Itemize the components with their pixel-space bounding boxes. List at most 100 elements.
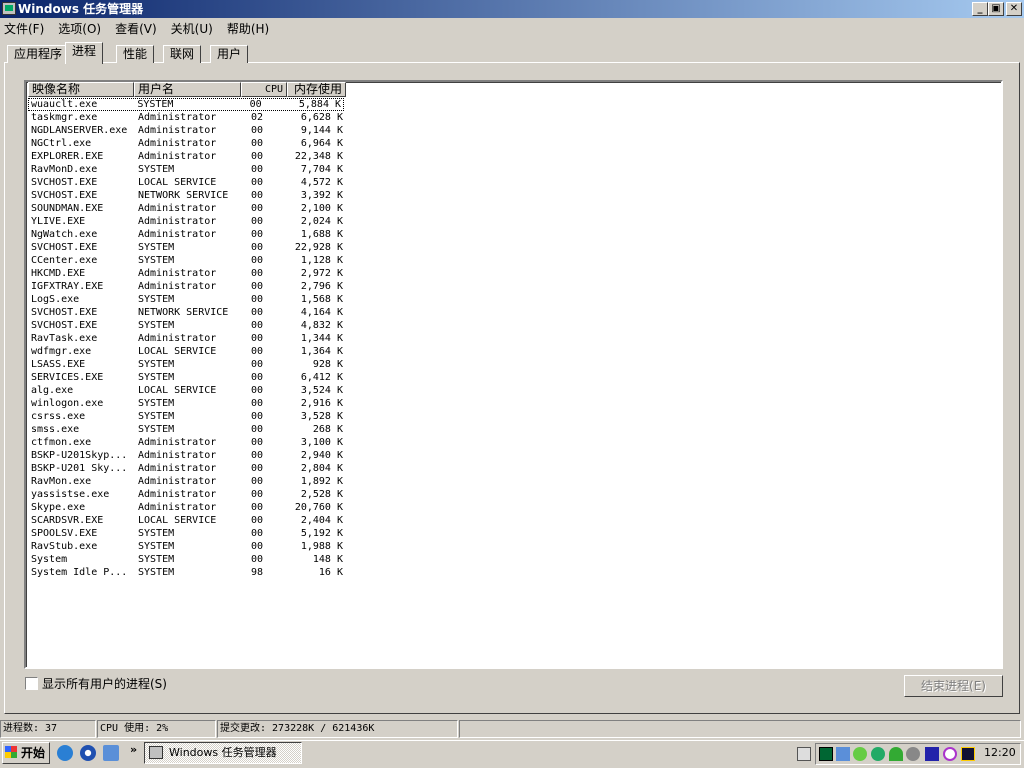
process-row[interactable]: RavStub.exe SYSTEM 00 1,988 K [28, 540, 346, 553]
process-row[interactable]: IGFXTRAY.EXE Administrator 00 2,796 K [28, 280, 346, 293]
tab-performance[interactable]: 性能 [116, 45, 155, 63]
process-name: RavMonD.exe [31, 164, 98, 175]
process-user: SYSTEM [138, 541, 175, 552]
menu-file[interactable]: 文件(F) [0, 20, 48, 37]
title-bar[interactable]: Windows 任务管理器 [0, 0, 1024, 18]
process-row[interactable]: SVCHOST.EXE NETWORK SERVICE 00 4,164 K [28, 306, 346, 319]
process-memory: 2,940 K [300, 450, 343, 461]
tab-applications[interactable]: 应用程序 [7, 45, 70, 63]
process-user: Administrator [138, 489, 217, 500]
process-user: Administrator [138, 138, 217, 149]
process-row[interactable]: SCARDSVR.EXE LOCAL SERVICE 00 2,404 K [28, 514, 346, 527]
menu-help[interactable]: 帮助(H) [223, 20, 273, 37]
column-user-name[interactable]: 用户名 [134, 82, 241, 97]
process-row[interactable]: LogS.exe SYSTEM 00 1,568 K [28, 293, 346, 306]
umbrella-icon[interactable] [889, 747, 903, 761]
show-all-users-checkbox[interactable] [25, 677, 38, 690]
keyboard-icon[interactable] [797, 747, 811, 761]
security-icon[interactable] [853, 747, 867, 761]
process-row[interactable]: SVCHOST.EXE SYSTEM 00 22,928 K [28, 241, 346, 254]
process-row[interactable]: wuauclt.exe SYSTEM 00 5,884 K [28, 98, 344, 111]
taskbar-task-manager[interactable]: Windows 任务管理器 [144, 742, 302, 764]
end-process-button[interactable]: 结束进程(E) [904, 675, 1003, 697]
media-player-icon[interactable] [80, 745, 96, 761]
tab-processes[interactable]: 进程 [65, 42, 104, 64]
process-cpu: 00 [251, 216, 264, 227]
cpu-meter-icon[interactable] [819, 747, 833, 761]
process-list[interactable]: 映像名称 用户名 CPU 内存使用 wuauclt.exe SYSTEM 00 5,8… [24, 80, 1003, 669]
process-row[interactable]: winlogon.exe SYSTEM 00 2,916 K [28, 397, 346, 410]
process-name: IGFXTRAY.EXE [31, 281, 104, 292]
process-user: Administrator [138, 151, 217, 162]
volume-icon[interactable] [906, 747, 920, 761]
process-row[interactable]: smss.exe SYSTEM 00 268 K [28, 423, 346, 436]
process-row[interactable]: RavTask.exe Administrator 00 1,344 K [28, 332, 346, 345]
ie-icon[interactable] [57, 745, 73, 761]
book-icon[interactable] [925, 747, 939, 761]
process-name: EXPLORER.EXE [31, 151, 104, 162]
compass-icon[interactable] [943, 747, 957, 761]
tab-networking[interactable]: 联网 [163, 45, 202, 63]
clock[interactable]: 12:20 [984, 746, 1016, 759]
process-name: System Idle P... [31, 567, 128, 578]
show-all-users-label[interactable]: 显示所有用户的进程(S) [42, 675, 167, 692]
column-cpu[interactable]: CPU [241, 82, 287, 97]
process-row[interactable]: SPOOLSV.EXE SYSTEM 00 5,192 K [28, 527, 346, 540]
process-row[interactable]: taskmgr.exe Administrator 02 6,628 K [28, 111, 346, 124]
process-row[interactable]: yassistse.exe Administrator 00 2,528 K [28, 488, 346, 501]
process-user: SYSTEM [137, 99, 174, 110]
process-user: Administrator [138, 112, 217, 123]
globe-icon[interactable] [871, 747, 885, 761]
process-cpu: 00 [251, 372, 264, 383]
process-row[interactable]: Skype.exe Administrator 00 20,760 K [28, 501, 346, 514]
process-row[interactable]: csrss.exe SYSTEM 00 3,528 K [28, 410, 346, 423]
process-memory: 148 K [312, 554, 343, 565]
process-row[interactable]: RavMon.exe Administrator 00 1,892 K [28, 475, 346, 488]
process-row[interactable]: SOUNDMAN.EXE Administrator 00 2,100 K [28, 202, 346, 215]
wireless-icon[interactable] [961, 747, 975, 761]
process-user: SYSTEM [138, 294, 175, 305]
process-row[interactable]: SVCHOST.EXE NETWORK SERVICE 00 3,392 K [28, 189, 346, 202]
menu-options[interactable]: 选项(O) [54, 20, 105, 37]
process-row[interactable]: BSKP-U201 Sky... Administrator 00 2,804 K [28, 462, 346, 475]
process-cpu: 00 [251, 502, 264, 513]
process-row[interactable]: alg.exe LOCAL SERVICE 00 3,524 K [28, 384, 346, 397]
process-row[interactable]: SVCHOST.EXE LOCAL SERVICE 00 4,572 K [28, 176, 346, 189]
menu-shutdown[interactable]: 关机(U) [167, 20, 217, 37]
process-name: System [31, 554, 68, 565]
column-image-name[interactable]: 映像名称 [28, 82, 134, 97]
process-row[interactable]: CCenter.exe SYSTEM 00 1,128 K [28, 254, 346, 267]
process-row[interactable]: ctfmon.exe Administrator 00 3,100 K [28, 436, 346, 449]
close-button[interactable]: ✕ [1006, 2, 1022, 16]
process-cpu: 00 [251, 398, 264, 409]
process-name: NGDLANSERVER.exe [31, 125, 128, 136]
process-user: SYSTEM [138, 554, 175, 565]
process-name: SERVICES.EXE [31, 372, 104, 383]
menu-view[interactable]: 查看(V) [111, 20, 161, 37]
process-row[interactable]: LSASS.EXE SYSTEM 00 928 K [28, 358, 346, 371]
process-row[interactable]: RavMonD.exe SYSTEM 00 7,704 K [28, 163, 346, 176]
process-row[interactable]: SERVICES.EXE SYSTEM 00 6,412 K [28, 371, 346, 384]
outlook-express-icon[interactable] [103, 745, 119, 761]
process-row[interactable]: BSKP-U201Skyp... Administrator 00 2,940 K [28, 449, 346, 462]
network-icon[interactable] [836, 747, 850, 761]
process-row[interactable]: HKCMD.EXE Administrator 00 2,972 K [28, 267, 346, 280]
process-row[interactable]: YLIVE.EXE Administrator 00 2,024 K [28, 215, 346, 228]
process-row[interactable]: wdfmgr.exe LOCAL SERVICE 00 1,364 K [28, 345, 346, 358]
process-row[interactable]: SVCHOST.EXE SYSTEM 00 4,832 K [28, 319, 346, 332]
column-memory[interactable]: 内存使用 [287, 82, 346, 97]
restore-button[interactable]: ▣ [988, 2, 1004, 16]
process-row[interactable]: NgWatch.exe Administrator 00 1,688 K [28, 228, 346, 241]
quick-launch-chevron[interactable]: » [130, 743, 137, 756]
process-memory: 4,832 K [300, 320, 343, 331]
process-row[interactable]: NGDLANSERVER.exe Administrator 00 9,144 K [28, 124, 346, 137]
process-user: SYSTEM [138, 411, 175, 422]
process-row[interactable]: NGCtrl.exe Administrator 00 6,964 K [28, 137, 346, 150]
process-row[interactable]: EXPLORER.EXE Administrator 00 22,348 K [28, 150, 346, 163]
process-row[interactable]: System SYSTEM 00 148 K [28, 553, 346, 566]
minimize-button[interactable]: _ [972, 2, 988, 16]
process-cpu: 00 [251, 515, 264, 526]
process-memory: 16 K [318, 567, 343, 578]
process-row[interactable]: System Idle P... SYSTEM 98 16 K [28, 566, 346, 579]
tab-users[interactable]: 用户 [210, 45, 249, 63]
